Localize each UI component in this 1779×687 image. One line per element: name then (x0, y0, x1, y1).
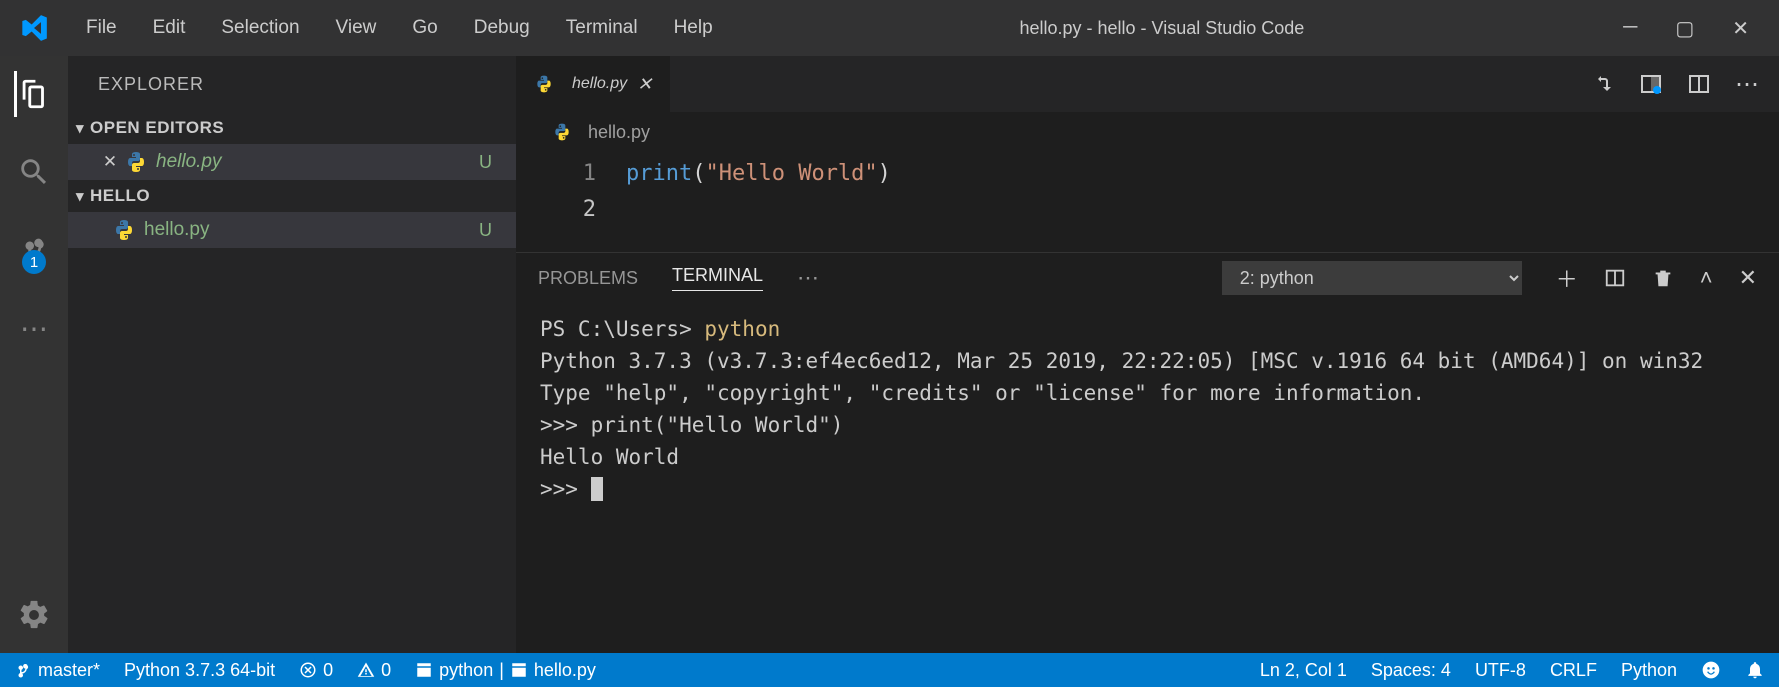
status-eol[interactable]: CRLF (1550, 660, 1597, 681)
folder-label: HELLO (90, 186, 150, 206)
menu-edit[interactable]: Edit (135, 17, 204, 39)
status-bar: master* Python 3.7.3 64-bit 0 0 python |… (0, 653, 1779, 687)
panel-tab-problems[interactable]: PROBLEMS (538, 268, 638, 289)
title-bar: File Edit Selection View Go Debug Termin… (0, 0, 1779, 56)
terminal-line: PS C:\Users> (540, 317, 704, 341)
menu-bar: File Edit Selection View Go Debug Termin… (68, 17, 731, 39)
terminal-prompt: >>> (540, 477, 591, 501)
maximize-panel-icon[interactable]: ˄ (1700, 265, 1713, 291)
menu-selection[interactable]: Selection (203, 17, 317, 39)
status-notifications-bell-icon[interactable] (1745, 660, 1765, 680)
explorer-title: EXPLORER (68, 56, 516, 112)
code-token: "Hello World" (705, 161, 877, 186)
chevron-down-icon: ▾ (76, 187, 84, 205)
status-errors[interactable]: 0 (299, 660, 333, 681)
panel-more-icon[interactable]: ⋯ (797, 265, 819, 291)
menu-go[interactable]: Go (394, 17, 455, 39)
terminal-line: Hello World (540, 441, 1755, 473)
open-editor-item[interactable]: ✕ hello.py U (68, 144, 516, 180)
activity-scm-icon[interactable]: 1 (14, 230, 54, 270)
activity-explorer-icon[interactable] (14, 74, 54, 114)
terminal-line: Type "help", "copyright", "credits" or "… (540, 377, 1755, 409)
bottom-panel: PROBLEMS TERMINAL ⋯ 2: python ＋ (516, 252, 1779, 653)
folder-file-item[interactable]: hello.py U (68, 212, 516, 248)
terminal-selector[interactable]: 2: python (1222, 261, 1522, 295)
status-interpreter[interactable]: python | hello.py (415, 660, 596, 681)
menu-help[interactable]: Help (656, 17, 731, 39)
panel-tab-terminal[interactable]: TERMINAL (672, 265, 763, 291)
activity-bar: 1 ⋯ (0, 56, 68, 653)
status-feedback-smiley-icon[interactable] (1701, 660, 1721, 680)
close-panel-icon[interactable]: ✕ (1739, 265, 1757, 291)
code-token: print (626, 161, 692, 186)
window-maximize-icon[interactable]: ▢ (1675, 16, 1694, 41)
split-preview-icon[interactable] (1639, 72, 1663, 96)
window-minimize-icon[interactable]: ─ (1623, 16, 1637, 41)
code-token: ( (692, 161, 705, 186)
activity-settings-gear-icon[interactable] (14, 595, 54, 635)
explorer-sidebar: EXPLORER ▾ OPEN EDITORS ✕ hello.py U ▾ H… (68, 56, 516, 653)
terminal-line: python (704, 317, 780, 341)
activity-more-icon[interactable]: ⋯ (14, 308, 54, 348)
menu-file[interactable]: File (68, 17, 135, 39)
python-file-icon (112, 218, 136, 242)
window-close-icon[interactable]: ✕ (1732, 16, 1749, 41)
status-python-env[interactable]: Python 3.7.3 64-bit (124, 660, 275, 681)
python-file-icon (552, 122, 572, 142)
status-indent[interactable]: Spaces: 4 (1371, 660, 1451, 681)
terminal-output[interactable]: PS C:\Users> python Python 3.7.3 (v3.7.3… (516, 303, 1779, 653)
terminal-line: >>> print("Hello World") (540, 409, 1755, 441)
scm-badge: 1 (22, 250, 46, 274)
code-token: ) (878, 161, 891, 186)
compare-changes-icon[interactable] (1591, 72, 1615, 96)
menu-debug[interactable]: Debug (456, 17, 548, 39)
kill-terminal-icon[interactable] (1652, 267, 1674, 289)
open-editor-filename: hello.py (156, 151, 479, 173)
close-icon[interactable]: ✕ (96, 152, 124, 172)
editor-group: hello.py ✕ ⋯ hel (516, 56, 1779, 653)
new-terminal-icon[interactable]: ＋ (1556, 262, 1578, 294)
open-editors-header[interactable]: ▾ OPEN EDITORS (68, 112, 516, 144)
python-file-icon (124, 150, 148, 174)
status-branch[interactable]: master* (14, 660, 100, 681)
terminal-line: Python 3.7.3 (v3.7.3:ef4ec6ed12, Mar 25 … (540, 345, 1755, 377)
folder-filename: hello.py (144, 219, 479, 241)
line-numbers: 1 2 (516, 156, 626, 252)
python-file-icon (534, 74, 554, 94)
breadcrumb-file: hello.py (588, 122, 650, 143)
split-terminal-icon[interactable] (1604, 267, 1626, 289)
more-actions-icon[interactable]: ⋯ (1735, 70, 1759, 99)
vscode-logo-icon (0, 14, 68, 42)
code-editor[interactable]: 1 2 print("Hello World") (516, 152, 1779, 252)
status-encoding[interactable]: UTF-8 (1475, 660, 1526, 681)
status-language[interactable]: Python (1621, 660, 1677, 681)
breadcrumb[interactable]: hello.py (516, 112, 1779, 152)
activity-search-icon[interactable] (14, 152, 54, 192)
window-title: hello.py - hello - Visual Studio Code (731, 18, 1594, 39)
git-status-untracked: U (479, 152, 506, 173)
chevron-down-icon: ▾ (76, 119, 84, 137)
close-icon[interactable]: ✕ (637, 74, 652, 95)
tab-filename: hello.py (572, 75, 627, 93)
editor-tabs: hello.py ✕ ⋯ (516, 56, 1779, 112)
menu-view[interactable]: View (318, 17, 395, 39)
open-editors-label: OPEN EDITORS (90, 118, 224, 138)
folder-header[interactable]: ▾ HELLO (68, 180, 516, 212)
menu-terminal[interactable]: Terminal (548, 17, 656, 39)
status-warnings[interactable]: 0 (357, 660, 391, 681)
split-editor-icon[interactable] (1687, 72, 1711, 96)
git-status-untracked: U (479, 220, 506, 241)
status-line-col[interactable]: Ln 2, Col 1 (1260, 660, 1347, 681)
terminal-cursor (591, 477, 603, 501)
editor-tab[interactable]: hello.py ✕ (516, 56, 671, 112)
